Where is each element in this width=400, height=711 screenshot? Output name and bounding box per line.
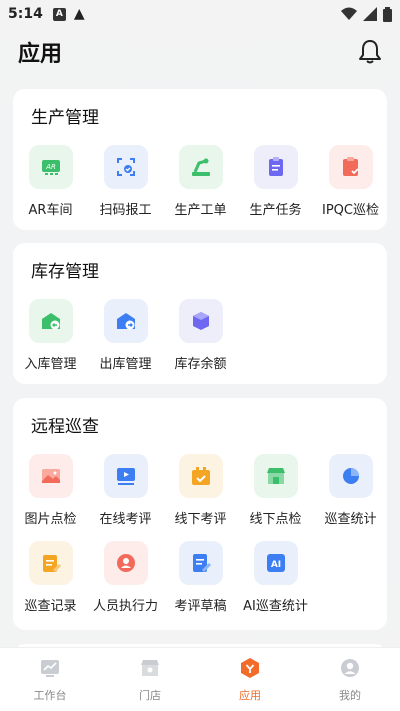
app-tile[interactable]: AR AR车间 (13, 145, 88, 218)
app-tile[interactable]: 生产工单 (163, 145, 238, 218)
record-icon (28, 541, 73, 585)
app-tile-label: 线下考评 (174, 512, 227, 527)
svg-text:AR: AR (45, 163, 56, 171)
app-tile-label: 生产工单 (174, 203, 227, 218)
app-tile-label: 巡查统计 (324, 512, 377, 527)
app-tile-label: IPQC巡检 (322, 203, 379, 218)
app-tile-label: 图片点检 (24, 512, 77, 527)
svg-text:AI: AI (270, 560, 280, 570)
person-icon (103, 541, 148, 585)
bottom-nav: 工作台 门店 应用 我的 (0, 647, 400, 711)
video-icon (103, 454, 148, 498)
section-card: 生产管理 AR AR车间 扫码报工 生产工单 生产任务 IPQC巡检 (13, 89, 387, 230)
app-icon (238, 656, 262, 684)
app-tile-label: AI巡查统计 (243, 599, 308, 614)
nav-label: 门店 (139, 689, 161, 702)
store-nav-icon (138, 656, 162, 684)
scan-icon (103, 145, 148, 189)
app-tile[interactable]: 考评草稿 (163, 541, 238, 614)
page-title: 应用 (18, 42, 63, 67)
app-grid: 图片点检 在线考评 线下考评 线下点检 巡查统计巡查记录 人员执行力 考评草稿 AI AI巡查统… (13, 454, 387, 614)
stock-icon (178, 299, 223, 343)
inbound-icon (28, 299, 73, 343)
signal-icon (363, 7, 377, 21)
app-tile[interactable]: 在线考评 (88, 454, 163, 527)
nav-label: 我的 (339, 689, 361, 702)
outbound-icon (103, 299, 148, 343)
nav-label: 应用 (239, 689, 261, 702)
warning-icon: ▲ (73, 6, 85, 22)
app-tile-label: 库存余额 (174, 357, 227, 372)
nav-item[interactable]: 应用 (200, 648, 300, 711)
app-tile[interactable]: AI AI巡查统计 (238, 541, 313, 614)
app-tile-label: 巡查记录 (24, 599, 77, 614)
app-tile[interactable]: 库存余额 (163, 299, 238, 372)
clipboard-icon (253, 145, 298, 189)
app-grid: 入库管理 出库管理 库存余额 (13, 299, 387, 372)
app-grid: AR AR车间 扫码报工 生产工单 生产任务 IPQC巡检 (13, 145, 387, 218)
workbench-icon (38, 656, 62, 684)
app-tile-label: AR车间 (28, 203, 73, 218)
image-icon (28, 454, 73, 498)
robot-arm-icon (178, 145, 223, 189)
bell-icon[interactable] (358, 39, 382, 65)
page-header: 应用 (18, 36, 382, 68)
section-card: 库存管理 入库管理 出库管理 库存余额 (13, 243, 387, 384)
app-tile-label: 扫码报工 (99, 203, 152, 218)
battery-icon (383, 6, 392, 22)
app-tile-label: 考评草稿 (174, 599, 227, 614)
app-tile-label: 出库管理 (99, 357, 152, 372)
nav-item[interactable]: 工作台 (0, 648, 100, 711)
status-bar: 5:14 A ▲ (0, 0, 400, 28)
ar-icon: AR (28, 145, 73, 189)
app-tile[interactable]: 线下点检 (238, 454, 313, 527)
notification-a-icon: A (52, 7, 66, 21)
pie-icon (328, 454, 373, 498)
app-tile[interactable]: IPQC巡检 (313, 145, 388, 218)
store-icon (253, 454, 298, 498)
app-tile[interactable]: 图片点检 (13, 454, 88, 527)
app-tile[interactable]: 线下考评 (163, 454, 238, 527)
profile-icon (338, 656, 362, 684)
app-tile-label: 在线考评 (99, 512, 152, 527)
app-tile-label: 线下点检 (249, 512, 302, 527)
inspect-icon (328, 145, 373, 189)
app-tile[interactable]: 生产任务 (238, 145, 313, 218)
section-title: 库存管理 (31, 262, 99, 282)
nav-item[interactable]: 我的 (300, 648, 400, 711)
section-card: 远程巡查 图片点检 在线考评 线下考评 线下点检 巡查统计巡查记录 人员执行力 考评草稿 AI… (13, 398, 387, 630)
check-box-icon (178, 454, 223, 498)
nav-item[interactable]: 门店 (100, 648, 200, 711)
nav-label: 工作台 (33, 689, 67, 702)
section-title: 生产管理 (31, 108, 99, 128)
app-tile-label: 入库管理 (24, 357, 77, 372)
app-tile[interactable]: 巡查统计 (313, 454, 388, 527)
section-title: 远程巡查 (31, 417, 99, 437)
app-tile-label: 生产任务 (249, 203, 302, 218)
draft-icon (178, 541, 223, 585)
app-tile[interactable]: 人员执行力 (88, 541, 163, 614)
app-tile[interactable]: 入库管理 (13, 299, 88, 372)
app-tile[interactable]: 出库管理 (88, 299, 163, 372)
ai-icon: AI (253, 541, 298, 585)
app-tile[interactable]: 扫码报工 (88, 145, 163, 218)
app-tile[interactable]: 巡查记录 (13, 541, 88, 614)
wifi-icon (341, 7, 357, 20)
app-tile-label: 人员执行力 (92, 599, 158, 614)
status-time: 5:14 (8, 6, 43, 22)
